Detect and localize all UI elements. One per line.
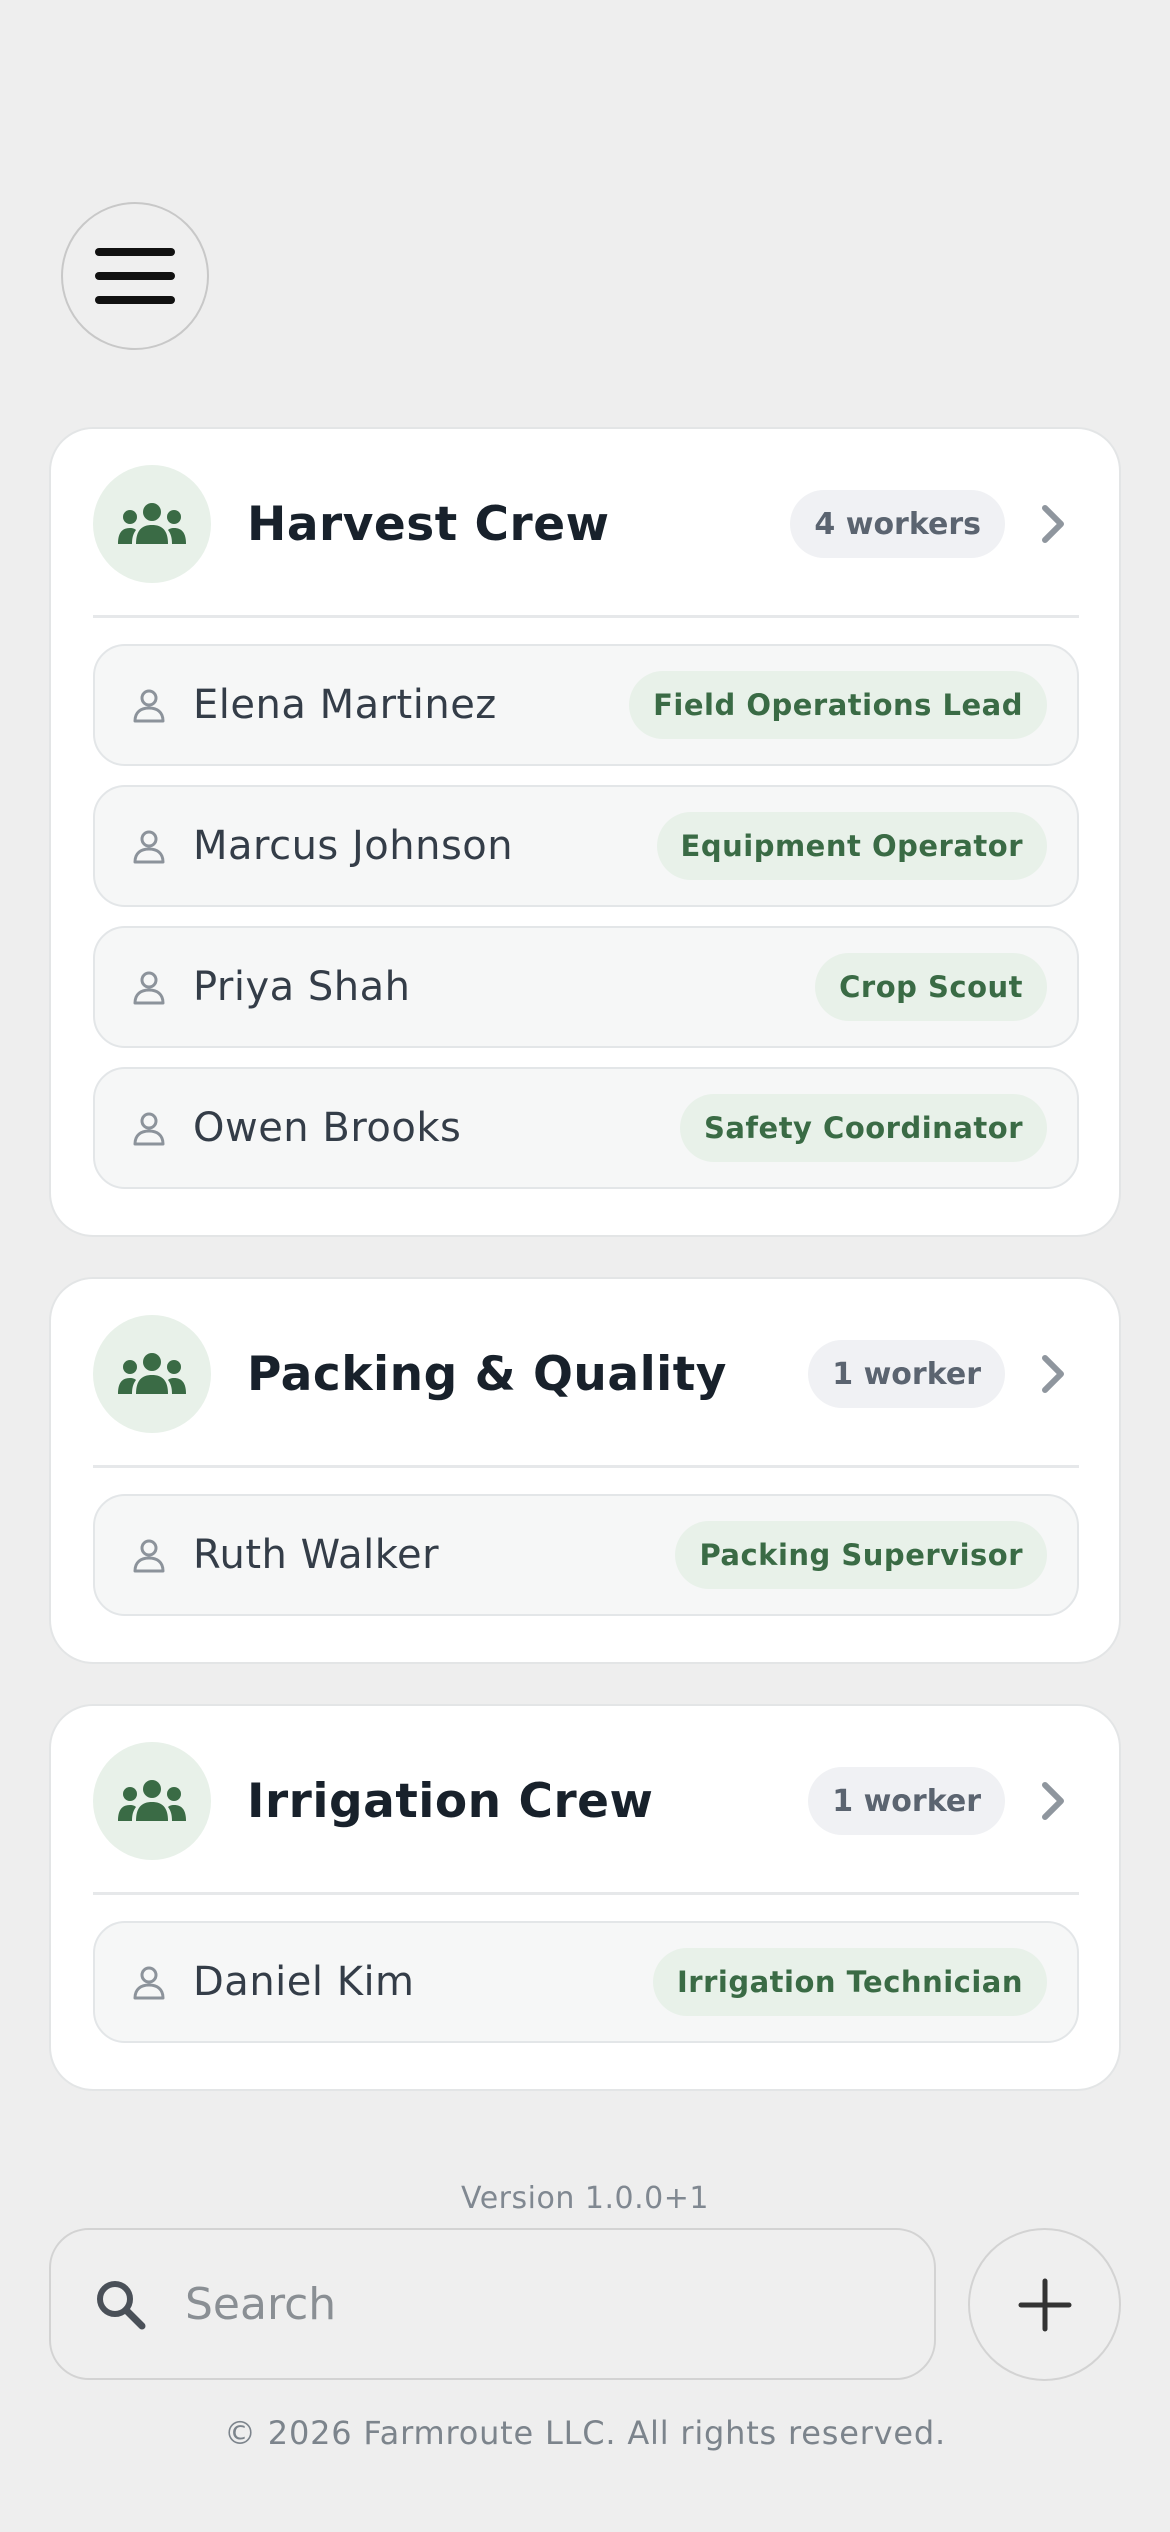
worker-name: Elena Martinez <box>193 682 497 728</box>
group-avatar <box>93 1742 211 1860</box>
search-icon <box>97 2281 146 2330</box>
add-button[interactable] <box>968 2228 1121 2381</box>
worker-count-badge: 1 worker <box>808 1340 1005 1408</box>
role-badge: Packing Supervisor <box>675 1521 1047 1589</box>
role-badge: Equipment Operator <box>656 812 1047 880</box>
person-icon <box>133 971 165 1005</box>
worker-count-badge: 4 workers <box>790 490 1005 558</box>
worker-row[interactable]: Priya Shah Crop Scout <box>93 926 1079 1048</box>
group-people-icon <box>118 503 186 544</box>
worker-name: Daniel Kim <box>193 1959 415 2005</box>
chevron-right-icon[interactable] <box>1033 1350 1073 1398</box>
group-title: Irrigation Crew <box>247 1773 654 1829</box>
group-card-irrigation-crew: Irrigation Crew 1 worker Daniel Kim Irri… <box>49 1704 1121 2091</box>
group-title: Harvest Crew <box>247 496 610 552</box>
version-label: Version 1.0.0+1 <box>461 2181 709 2216</box>
group-card-harvest-crew: Harvest Crew 4 workers Elena Martinez Fi… <box>49 427 1121 1237</box>
search-input[interactable] <box>185 2278 885 2330</box>
group-card-packing-quality: Packing & Quality 1 worker Ruth Walker P… <box>49 1277 1121 1664</box>
group-header[interactable]: Harvest Crew 4 workers <box>93 465 1079 583</box>
divider <box>93 615 1079 618</box>
person-icon <box>133 1966 165 2000</box>
role-badge: Safety Coordinator <box>679 1094 1047 1162</box>
divider <box>93 1465 1079 1468</box>
plus-icon <box>1018 2278 1071 2331</box>
person-icon <box>133 830 165 864</box>
group-header[interactable]: Packing & Quality 1 worker <box>93 1315 1079 1433</box>
group-avatar <box>93 465 211 583</box>
role-badge: Field Operations Lead <box>629 671 1047 739</box>
worker-name: Owen Brooks <box>193 1105 462 1151</box>
worker-row[interactable]: Ruth Walker Packing Supervisor <box>93 1494 1079 1616</box>
role-badge: Crop Scout <box>815 953 1047 1021</box>
role-badge: Irrigation Technician <box>653 1948 1047 2016</box>
menu-button[interactable] <box>61 202 209 350</box>
person-icon <box>133 1539 165 1573</box>
person-icon <box>133 689 165 723</box>
worker-count-badge: 1 worker <box>808 1767 1005 1835</box>
worker-row[interactable]: Daniel Kim Irrigation Technician <box>93 1921 1079 2043</box>
worker-row[interactable]: Elena Martinez Field Operations Lead <box>93 644 1079 766</box>
group-avatar <box>93 1315 211 1433</box>
worker-row[interactable]: Owen Brooks Safety Coordinator <box>93 1067 1079 1189</box>
chevron-right-icon[interactable] <box>1033 500 1073 548</box>
divider <box>93 1892 1079 1895</box>
person-icon <box>133 1112 165 1146</box>
group-title: Packing & Quality <box>247 1346 727 1402</box>
group-list: Harvest Crew 4 workers Elena Martinez Fi… <box>49 427 1121 2131</box>
group-people-icon <box>118 1353 186 1394</box>
group-people-icon <box>118 1780 186 1821</box>
copyright-text: © 2026 Farmroute LLC. All rights reserve… <box>224 2414 946 2452</box>
worker-name: Ruth Walker <box>193 1532 440 1578</box>
worker-row[interactable]: Marcus Johnson Equipment Operator <box>93 785 1079 907</box>
chevron-right-icon[interactable] <box>1033 1777 1073 1825</box>
worker-name: Marcus Johnson <box>193 823 514 869</box>
group-header[interactable]: Irrigation Crew 1 worker <box>93 1742 1079 1860</box>
worker-name: Priya Shah <box>193 964 411 1010</box>
search-bar[interactable] <box>49 2228 936 2380</box>
hamburger-menu-icon <box>95 248 175 304</box>
